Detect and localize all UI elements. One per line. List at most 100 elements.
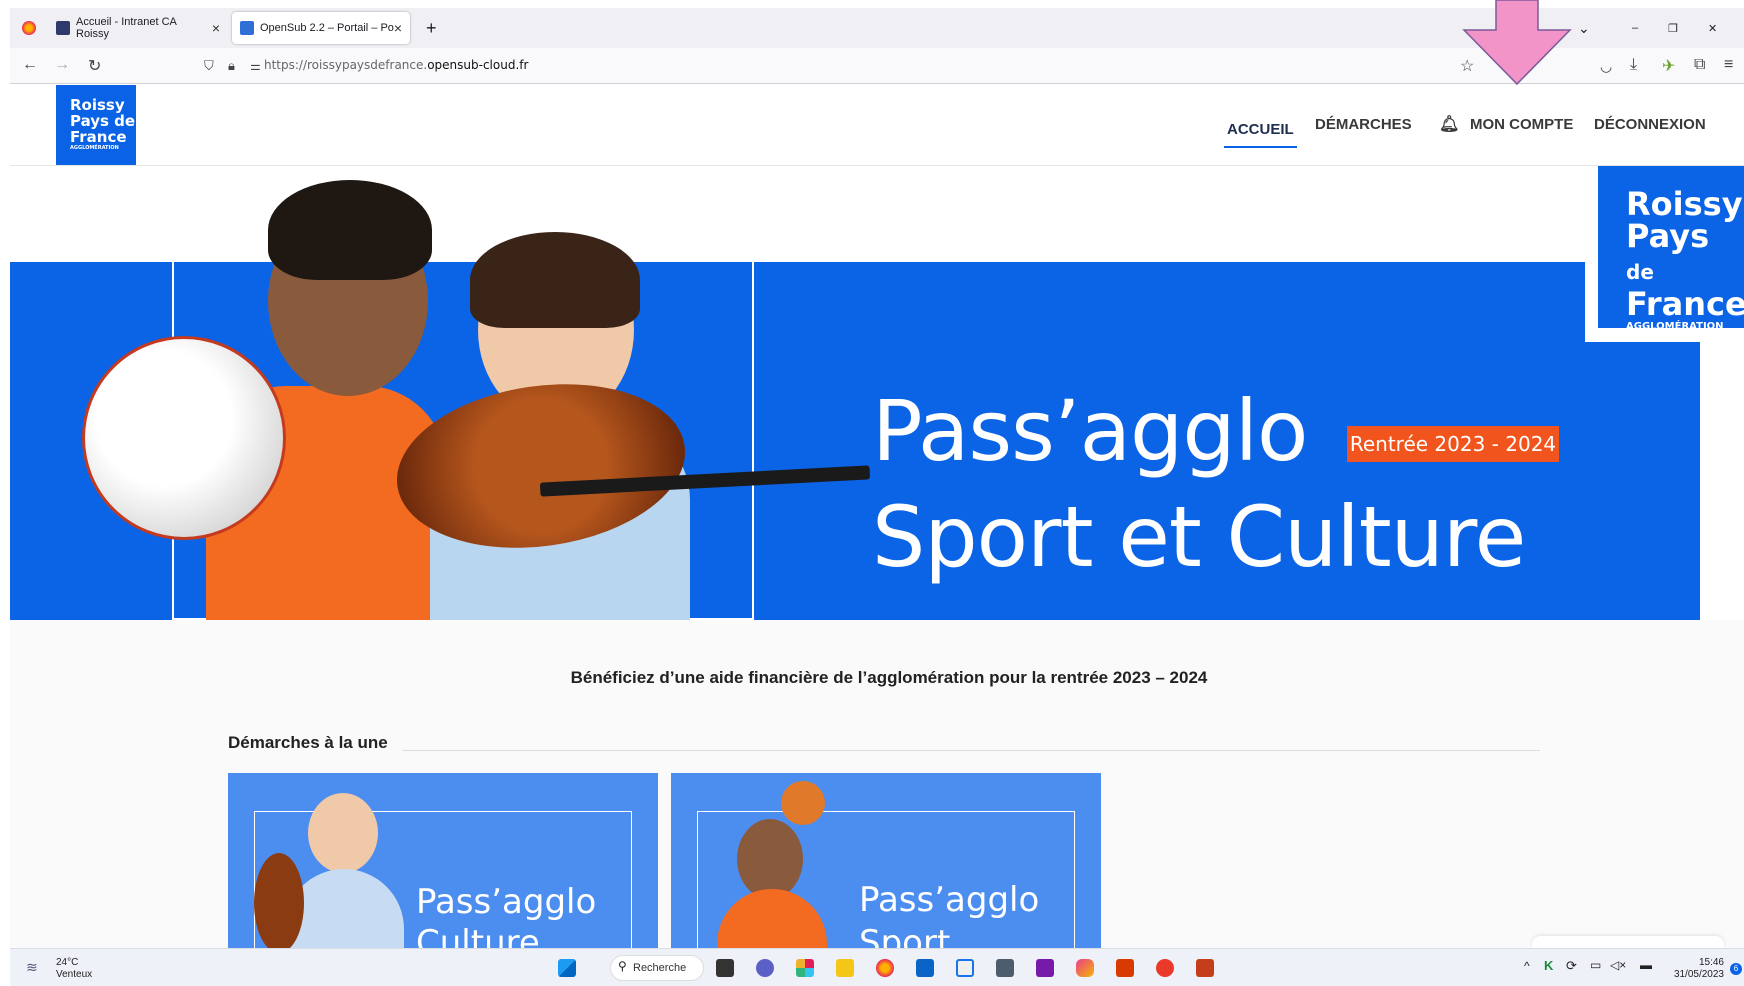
section-title: Démarches à la une xyxy=(228,733,402,753)
site-logo[interactable]: Roissy Pays de France AGGLOMÉRATION xyxy=(56,85,136,165)
annotation-arrow-icon xyxy=(1462,0,1572,86)
nav-accueil[interactable]: ACCUEIL xyxy=(1224,84,1297,164)
reload-icon[interactable]: ↻ xyxy=(88,56,101,76)
nav-label: DÉMARCHES xyxy=(1315,115,1412,133)
tab-label: Accueil - Intranet CA Roissy xyxy=(76,16,177,40)
snipping-tool-icon[interactable] xyxy=(956,959,974,977)
close-tab-icon[interactable]: × xyxy=(394,20,402,36)
hero-rentree-badge: Rentrée 2023 - 2024 xyxy=(1347,426,1559,462)
hero-logo-line3: France xyxy=(1626,285,1744,323)
hero-frame-top xyxy=(172,208,754,262)
chevron-up-icon[interactable]: ^ xyxy=(1524,959,1530,973)
girl-hair xyxy=(470,232,640,328)
hero-logo: Roissy Pays de France AGGLOMÉRATION xyxy=(1598,166,1744,332)
bell-icon[interactable]: 🔔︎ xyxy=(1439,84,1459,164)
battery-icon[interactable]: ▬ xyxy=(1640,958,1652,972)
logo-line1: Roissy xyxy=(70,96,125,114)
card-violin xyxy=(254,853,304,949)
outlook-icon[interactable] xyxy=(916,959,934,977)
powerpoint-icon[interactable] xyxy=(1196,959,1214,977)
weather-condition: Venteux xyxy=(56,969,93,980)
chat-widget-tab[interactable] xyxy=(1532,936,1724,948)
calculator-icon[interactable] xyxy=(996,959,1014,977)
tab-intranet[interactable]: Accueil - Intranet CA Roissy × xyxy=(48,12,228,44)
hero-logo-pays: Pays xyxy=(1626,217,1710,255)
nav-deconnexion[interactable]: DÉCONNEXION xyxy=(1594,84,1706,164)
lock-icon[interactable]: 🔒︎ xyxy=(228,58,235,74)
forward-icon[interactable]: → xyxy=(54,56,70,74)
card-title: Pass’agglo xyxy=(416,882,597,922)
photo-app-icon[interactable] xyxy=(1076,959,1094,977)
nav-mon-compte[interactable]: MON COMPTE xyxy=(1470,84,1573,164)
wind-weather-icon: ≋ xyxy=(26,959,38,975)
file-explorer-icon[interactable] xyxy=(836,959,854,977)
firefox-menu-icon[interactable] xyxy=(14,12,42,44)
tab-label: OpenSub 2.2 – Portail – Portail xyxy=(260,22,394,34)
hero-title-line1: Pass’agglo xyxy=(872,382,1308,480)
card-pass-sport[interactable]: Pass’agglo Sport xyxy=(671,773,1101,949)
screen: Accueil - Intranet CA Roissy × OpenSub 2… xyxy=(0,0,1744,986)
hero-logo-de: de xyxy=(1626,260,1654,284)
windows-start-icon[interactable] xyxy=(558,959,576,977)
downloads-icon[interactable]: ⤓ xyxy=(1630,56,1637,74)
tab-opensub[interactable]: OpenSub 2.2 – Portail – Portail × xyxy=(232,12,410,44)
soccer-ball xyxy=(82,336,286,540)
permissions-icon[interactable]: ⚌ xyxy=(250,59,261,73)
card-boy-head xyxy=(737,819,803,899)
taskbar: ≋ 24°C Venteux Recherche ⚲ ^ K ⟳ ▭ ◁× ▬ … xyxy=(10,948,1744,986)
search-label: Recherche xyxy=(633,962,687,974)
tab-list-icon[interactable]: ⌄ xyxy=(1570,12,1590,44)
network-icon[interactable]: ▭ xyxy=(1590,958,1601,972)
intro-text: Bénéficiez d’une aide financière de l’ag… xyxy=(570,668,1208,687)
new-tab-button[interactable]: + xyxy=(418,12,446,44)
nav-demarches[interactable]: DÉMARCHES xyxy=(1315,84,1412,164)
task-view-icon[interactable] xyxy=(716,959,734,977)
card-subtitle: Sport xyxy=(859,923,951,949)
intranet-favicon xyxy=(56,21,70,35)
close-window-button[interactable]: ✕ xyxy=(1700,12,1720,44)
opensub-favicon xyxy=(240,21,254,35)
app-red-icon[interactable] xyxy=(1116,959,1134,977)
extensions-puzzle-icon[interactable]: ⧉ xyxy=(1694,56,1705,74)
onenote-icon[interactable] xyxy=(1036,959,1054,977)
boy-hair xyxy=(268,180,432,280)
site-header: Roissy Pays de France AGGLOMÉRATION ACCU… xyxy=(10,84,1744,166)
clock-time: 15:46 xyxy=(1698,957,1724,968)
search-icon: ⚲ xyxy=(618,959,627,973)
hero-title-line2: Sport et Culture xyxy=(872,488,1526,586)
slack-icon[interactable] xyxy=(796,959,814,977)
weather-widget[interactable]: 24°C Venteux xyxy=(56,957,92,981)
extension-icon[interactable]: ✈ xyxy=(1662,56,1675,76)
acrobat-icon[interactable] xyxy=(1156,959,1174,977)
card-pass-culture[interactable]: Pass’agglo Culture xyxy=(228,773,658,949)
card-subtitle: Culture xyxy=(416,923,540,949)
shield-icon[interactable]: ⛉ xyxy=(204,58,214,74)
sync-icon[interactable]: ⟳ xyxy=(1566,958,1577,974)
nav-label: ACCUEIL xyxy=(1224,101,1297,148)
hamburger-menu-icon[interactable]: ≡ xyxy=(1724,56,1733,74)
nav-label: MON COMPTE xyxy=(1470,115,1574,133)
logo-line3: France xyxy=(70,128,127,146)
taskbar-clock[interactable]: 15:46 31/05/2023 xyxy=(1664,957,1724,981)
minimize-button[interactable]: – xyxy=(1624,12,1644,44)
notification-badge[interactable]: 6 xyxy=(1730,963,1742,975)
url-prefix: https://roissypaysdefrance. xyxy=(264,58,428,72)
card-girl-head xyxy=(308,793,378,873)
firefox-icon[interactable] xyxy=(876,959,894,977)
section-divider xyxy=(228,750,1540,751)
url-domain: opensub-cloud.fr xyxy=(427,58,529,72)
tray-k-icon[interactable]: K xyxy=(1544,958,1553,973)
pocket-icon[interactable]: ◡ xyxy=(1600,58,1612,75)
weather-temperature: 24°C xyxy=(56,957,79,968)
card-title: Pass’agglo xyxy=(859,880,1040,920)
hero-logo-line1: Roissy xyxy=(1626,185,1743,223)
hero-logo-line2: Pays de xyxy=(1626,220,1744,288)
speaker-muted-icon[interactable]: ◁× xyxy=(1610,958,1626,972)
back-icon[interactable]: ← xyxy=(22,56,38,74)
url-bar[interactable]: https://roissypaysdefrance.opensub-cloud… xyxy=(264,58,528,72)
restore-button[interactable]: ❐ xyxy=(1660,12,1680,44)
teams-icon[interactable] xyxy=(756,959,774,977)
close-tab-icon[interactable]: × xyxy=(212,20,220,36)
nav-label: DÉCONNEXION xyxy=(1594,115,1706,133)
clock-date: 31/05/2023 xyxy=(1673,969,1724,980)
